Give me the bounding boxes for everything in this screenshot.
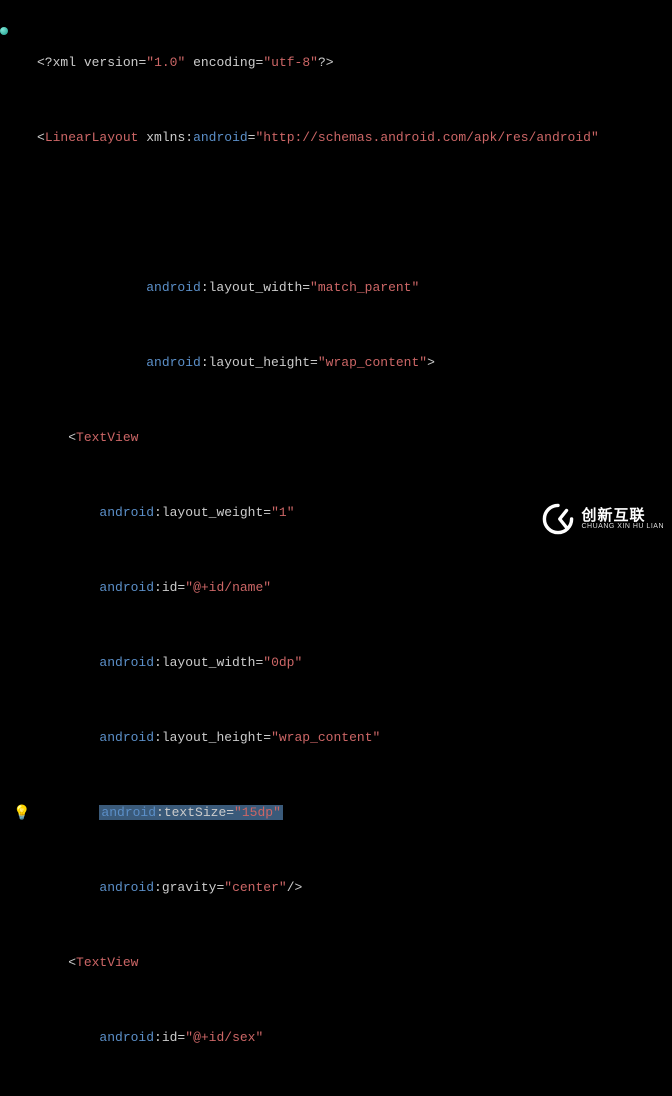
val-id-name: @+id/name [193, 580, 263, 595]
attr-layout-weight: :layout_weight= [154, 505, 271, 520]
token-android: android [99, 880, 154, 895]
attr-layout-width: :layout_width= [201, 280, 310, 295]
token-encoding: encoding [193, 55, 255, 70]
token-xmlns: xmlns: [146, 130, 193, 145]
attr-id: :id= [154, 1030, 185, 1045]
xml-encoding-value: utf-8 [271, 55, 310, 70]
attr-layout-height: :layout_height= [201, 355, 318, 370]
attr-layout-width: :layout_width= [154, 655, 263, 670]
code-line: android:layout_height="wrap_content"> [37, 350, 672, 375]
token-xml: xml [53, 55, 76, 70]
token-android: android [101, 805, 156, 820]
token-android: android [99, 730, 154, 745]
tag-textview-1: TextView [76, 430, 138, 445]
xml-version-value: 1.0 [154, 55, 177, 70]
tag-textview-2: TextView [76, 955, 138, 970]
code-editor[interactable]: <?xml version="1.0" encoding="utf-8"?> <… [0, 0, 672, 1096]
val-1: 1 [279, 505, 287, 520]
tag-linearlayout-open: LinearLayout [45, 130, 139, 145]
watermark: 创新互联 CHUANG XIN HU LIAN [541, 502, 664, 536]
watermark-logo-icon [541, 502, 575, 536]
code-line: <LinearLayout xmlns:android="http://sche… [37, 125, 672, 150]
val-15dp: 15dp [242, 805, 273, 820]
code-line: android:gravity="center"/> [37, 875, 672, 900]
code-line: <?xml version="1.0" encoding="utf-8"?> [37, 50, 672, 75]
val-wrap-content: wrap_content [326, 355, 420, 370]
attr-gravity: :gravity= [154, 880, 224, 895]
token-android: android [146, 280, 201, 295]
token-android: android [99, 1030, 154, 1045]
attr-layout-height: :layout_height= [154, 730, 271, 745]
watermark-cn-text: 创新互联 [581, 508, 664, 523]
code-line: android:layout_height="wrap_content" [37, 725, 672, 750]
token-android: android [99, 505, 154, 520]
code-line: android:id="@+id/name" [37, 575, 672, 600]
code-line: android:layout_width="match_parent" [37, 275, 672, 300]
token-android: android [146, 355, 201, 370]
code-line: <TextView [37, 425, 672, 450]
code-line: android:id="@+id/sex" [37, 1025, 672, 1050]
token-android: android [99, 655, 154, 670]
val-center: center [232, 880, 279, 895]
code-line: android:layout_width="0dp" [37, 650, 672, 675]
token-version: version [84, 55, 139, 70]
token-android: android [99, 580, 154, 595]
code-line: <TextView [37, 950, 672, 975]
attr-textsize: :textSize= [156, 805, 234, 820]
ns-url-value: http://schemas.android.com/apk/res/andro… [263, 130, 591, 145]
breakpoint-marker[interactable] [0, 27, 8, 35]
code-line: 💡 android:textSize="15dp" [37, 800, 672, 825]
val-0dp: 0dp [271, 655, 294, 670]
watermark-en-text: CHUANG XIN HU LIAN [581, 523, 664, 530]
lightbulb-icon[interactable]: 💡 [13, 802, 30, 827]
val-match-parent: match_parent [318, 280, 412, 295]
val-wrap-content: wrap_content [279, 730, 373, 745]
attr-id: :id= [154, 580, 185, 595]
val-id-sex: @+id/sex [193, 1030, 255, 1045]
token-android: android [193, 130, 248, 145]
code-line [37, 200, 672, 225]
